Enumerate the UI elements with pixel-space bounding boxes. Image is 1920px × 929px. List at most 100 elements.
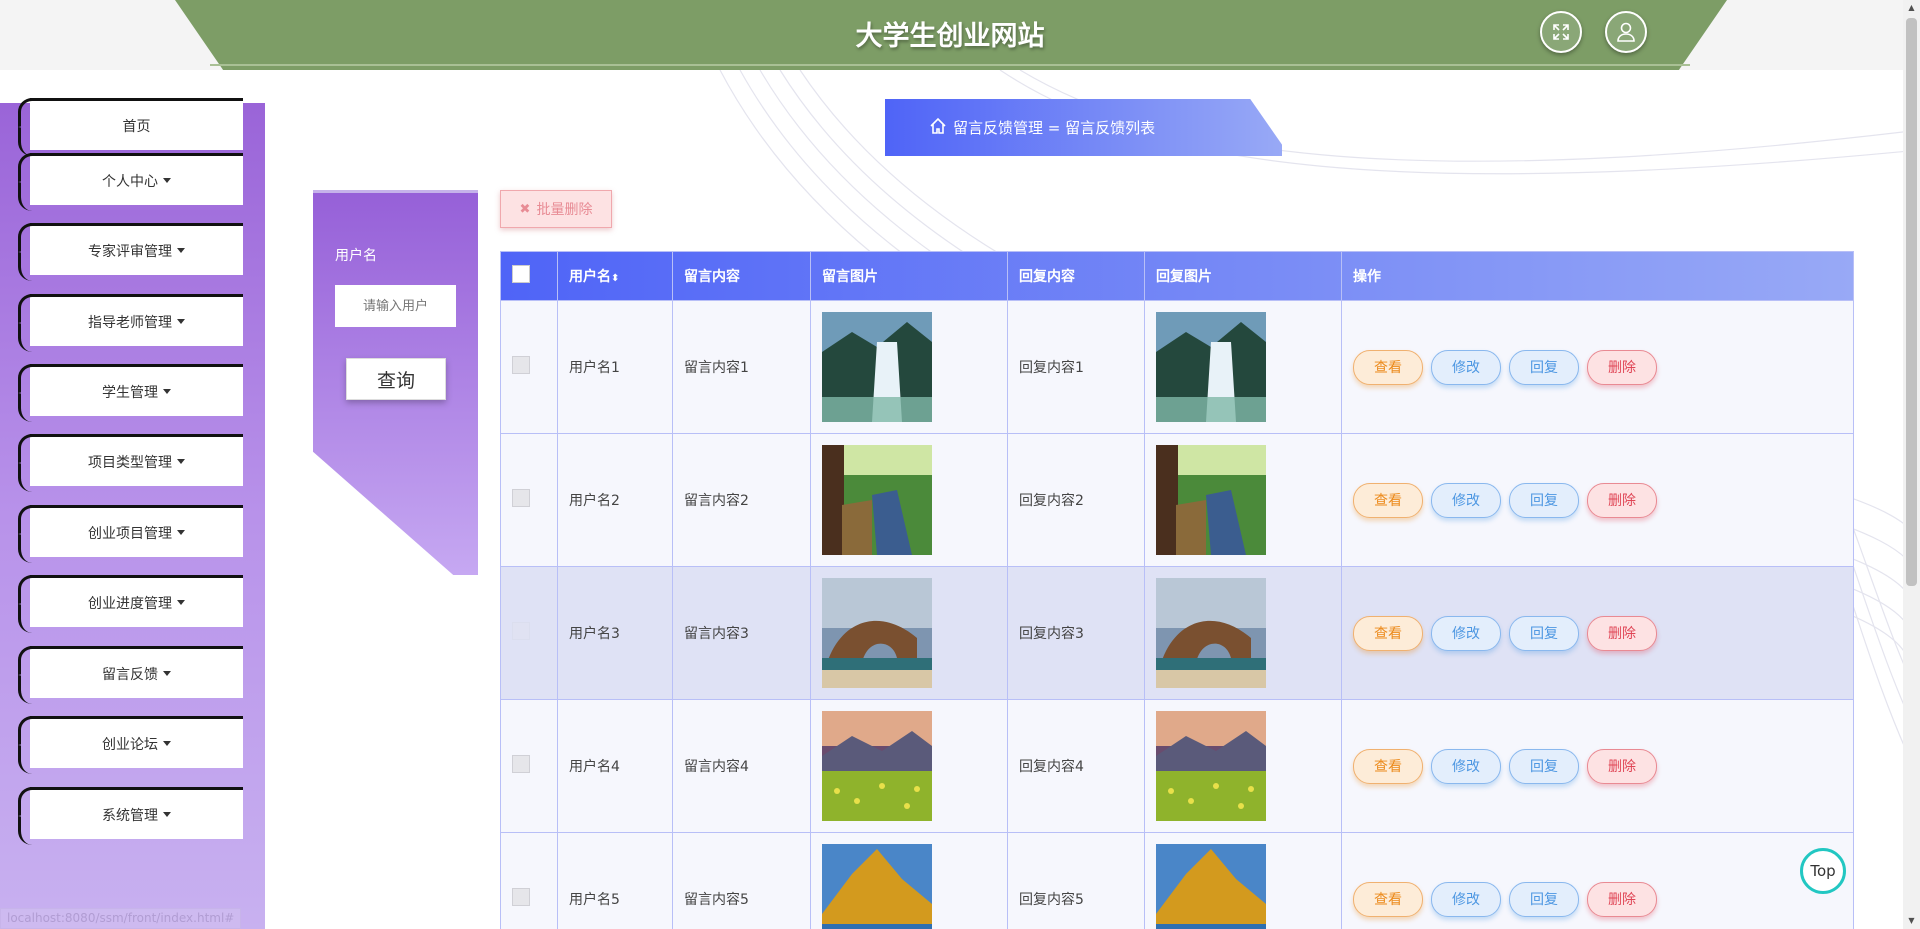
column-header-reply-image: 回复图片 [1144, 251, 1342, 301]
table-row: 用户名3 留言内容3 回复内容3 查看 修改 回复 删除 [500, 566, 1854, 700]
content-cell: 留言内容4 [672, 699, 811, 833]
delete-button[interactable]: 删除 [1587, 881, 1657, 917]
rock-arch-image [822, 578, 932, 688]
edit-button[interactable]: 修改 [1431, 881, 1501, 917]
caret-down-icon [163, 812, 171, 817]
caret-down-icon [163, 178, 171, 183]
fullscreen-button[interactable] [1540, 11, 1582, 53]
delete-button[interactable]: 删除 [1587, 349, 1657, 385]
reply-button[interactable]: 回复 [1509, 482, 1579, 518]
content-cell: 留言内容5 [672, 832, 811, 929]
reply-button[interactable]: 回复 [1509, 615, 1579, 651]
header-underline [210, 64, 1690, 66]
sidebar-item-personal-center[interactable]: 个人中心 [30, 153, 243, 205]
column-header-username[interactable]: 用户名⬍ [557, 251, 673, 301]
row-checkbox[interactable] [512, 888, 530, 906]
edit-button[interactable]: 修改 [1431, 615, 1501, 651]
sidebar-item-label: 首页 [122, 118, 151, 135]
reply-button[interactable]: 回复 [1509, 881, 1579, 917]
sidebar-item-label: 学生管理 [102, 384, 158, 401]
breadcrumb: 留言反馈管理 = 留言反馈列表 [885, 99, 1282, 156]
select-all-cell [500, 251, 558, 301]
reply-cell: 回复内容2 [1007, 433, 1145, 567]
sort-icon[interactable]: ⬍ [611, 273, 619, 284]
sidebar-item-label: 项目类型管理 [88, 454, 172, 471]
sidebar-item-startup-project[interactable]: 创业项目管理 [30, 505, 243, 557]
search-panel: 用户名 查询 [313, 190, 478, 575]
edit-button[interactable]: 修改 [1431, 482, 1501, 518]
sidebar-item-home[interactable]: 首页 [30, 98, 243, 150]
column-header-content: 留言内容 [672, 251, 811, 301]
reply-button[interactable]: 回复 [1509, 349, 1579, 385]
row-checkbox[interactable] [512, 489, 530, 507]
scroll-up-arrow[interactable]: ▲ [1906, 3, 1917, 13]
view-button[interactable]: 查看 [1353, 881, 1423, 917]
username-search-input[interactable] [335, 285, 456, 327]
reply-cell: 回复内容1 [1007, 300, 1145, 434]
reply-cell: 回复内容4 [1007, 699, 1145, 833]
golden-mountain-image [1156, 844, 1266, 929]
column-header-actions: 操作 [1341, 251, 1854, 301]
view-button[interactable]: 查看 [1353, 482, 1423, 518]
sidebar-item-student[interactable]: 学生管理 [30, 364, 243, 416]
delete-button[interactable]: 删除 [1587, 748, 1657, 784]
close-icon: ✖ [519, 201, 531, 217]
sidebar-item-project-type[interactable]: 项目类型管理 [30, 434, 243, 486]
edit-button[interactable]: 修改 [1431, 349, 1501, 385]
select-all-checkbox[interactable] [512, 265, 530, 283]
delete-button[interactable]: 删除 [1587, 615, 1657, 651]
sidebar-item-progress[interactable]: 创业进度管理 [30, 575, 243, 627]
reply-button[interactable]: 回复 [1509, 748, 1579, 784]
username-cell: 用户名3 [557, 566, 673, 700]
sidebar-item-system[interactable]: 系统管理 [30, 787, 243, 839]
table-header-row: 用户名⬍ 留言内容 留言图片 回复内容 回复图片 操作 [500, 251, 1854, 301]
back-to-top-button[interactable]: Top [1800, 848, 1846, 894]
batch-delete-button[interactable]: ✖ 批量删除 [500, 190, 612, 228]
content-cell: 留言内容3 [672, 566, 811, 700]
flower-meadow-image [1156, 711, 1266, 821]
sidebar-item-label: 创业项目管理 [88, 525, 172, 542]
content-cell: 留言内容1 [672, 300, 811, 434]
sidebar-item-label: 指导老师管理 [88, 314, 172, 331]
sidebar-item-feedback[interactable]: 留言反馈 [30, 646, 243, 698]
sidebar-item-forum[interactable]: 创业论坛 [30, 716, 243, 768]
caret-down-icon [177, 248, 185, 253]
sidebar-item-expert-review[interactable]: 专家评审管理 [30, 223, 243, 275]
username-cell: 用户名2 [557, 433, 673, 567]
row-checkbox[interactable] [512, 622, 530, 640]
caret-down-icon [163, 389, 171, 394]
reply-cell: 回复内容5 [1007, 832, 1145, 929]
sidebar-item-mentor[interactable]: 指导老师管理 [30, 294, 243, 346]
user-avatar-button[interactable] [1605, 11, 1647, 53]
rock-arch-image [1156, 578, 1266, 688]
column-label: 用户名 [569, 269, 611, 285]
user-icon [1617, 22, 1635, 42]
username-label: 用户名 [335, 248, 377, 264]
username-cell: 用户名1 [557, 300, 673, 434]
scrollbar-thumb[interactable] [1906, 18, 1917, 586]
scroll-down-arrow[interactable]: ▼ [1906, 916, 1917, 926]
caret-down-icon [177, 319, 185, 324]
status-bar-url: localhost:8080/ssm/front/index.html# [0, 908, 242, 929]
caret-down-icon [177, 600, 185, 605]
sidebar-item-label: 专家评审管理 [88, 243, 172, 260]
table-row: 用户名5 留言内容5 回复内容5 查看 修改 回复 删除 [500, 832, 1854, 929]
forest-river-image [1156, 445, 1266, 555]
row-checkbox[interactable] [512, 755, 530, 773]
table-row: 用户名1 留言内容1 回复内容1 查看 修改 回复 删除 [500, 300, 1854, 434]
view-button[interactable]: 查看 [1353, 748, 1423, 784]
edit-button[interactable]: 修改 [1431, 748, 1501, 784]
sidebar-item-label: 创业进度管理 [88, 595, 172, 612]
view-button[interactable]: 查看 [1353, 615, 1423, 651]
batch-delete-label: 批量删除 [536, 202, 593, 218]
delete-button[interactable]: 删除 [1587, 482, 1657, 518]
caret-down-icon [163, 671, 171, 676]
search-button[interactable]: 查询 [346, 358, 446, 400]
column-header-image: 留言图片 [810, 251, 1008, 301]
forest-river-image [822, 445, 932, 555]
row-checkbox[interactable] [512, 356, 530, 374]
table-row: 用户名2 留言内容2 回复内容2 查看 修改 回复 删除 [500, 433, 1854, 567]
sidebar-item-label: 创业论坛 [102, 736, 158, 753]
view-button[interactable]: 查看 [1353, 349, 1423, 385]
breadcrumb-text: 留言反馈管理 = 留言反馈列表 [953, 119, 1156, 137]
